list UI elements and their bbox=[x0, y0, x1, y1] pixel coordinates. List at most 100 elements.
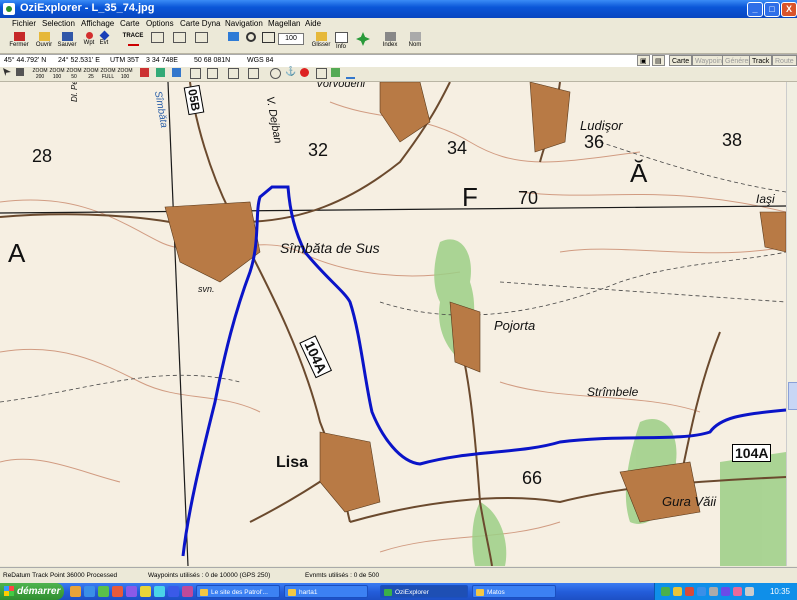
quicklaunch-icon[interactable] bbox=[112, 586, 123, 597]
grid-38: 38 bbox=[722, 130, 743, 150]
tool2-e[interactable] bbox=[207, 68, 219, 80]
gps-icon-button[interactable]: ▣ bbox=[637, 55, 650, 66]
close-button[interactable]: X bbox=[781, 2, 797, 17]
zoom-25-button[interactable]: ZOOM 25 bbox=[83, 68, 99, 80]
task-matos[interactable]: Matos bbox=[472, 585, 556, 598]
zoom-select[interactable]: 100 bbox=[278, 33, 304, 45]
tool-btn-2[interactable] bbox=[170, 32, 188, 52]
main-toolbar: Fermer Ouvrir Sauver Wpt Evt TRACE 100 G… bbox=[0, 30, 797, 54]
compass-button[interactable] bbox=[270, 68, 282, 80]
task-harta1[interactable]: harta1 bbox=[284, 585, 368, 598]
tool2-a[interactable] bbox=[140, 68, 152, 80]
menu-affichage[interactable]: Affichage bbox=[81, 18, 114, 30]
map-scrollbar[interactable] bbox=[786, 82, 797, 566]
waypoint-button[interactable]: Wpt bbox=[82, 32, 96, 52]
tray-icon[interactable] bbox=[685, 587, 694, 596]
tool-btn-5[interactable] bbox=[261, 32, 275, 52]
glisser-button[interactable]: Glisser bbox=[310, 32, 332, 52]
quicklaunch-icon[interactable] bbox=[70, 586, 81, 597]
tool2-d[interactable] bbox=[190, 68, 202, 80]
task-oziexplorer[interactable]: OziExplorer bbox=[380, 585, 468, 598]
pointer-button[interactable] bbox=[3, 68, 13, 80]
task-le-site-des-patrol[interactable]: Le site des Patrol'... bbox=[196, 585, 280, 598]
tray-icon[interactable] bbox=[661, 587, 670, 596]
ouvrir-button[interactable]: Ouvrir bbox=[33, 32, 55, 52]
menu-fichier[interactable]: Fichier bbox=[12, 18, 36, 30]
quicklaunch-icon[interactable] bbox=[126, 586, 137, 597]
tool-icon bbox=[316, 68, 327, 79]
event-button[interactable]: Evt bbox=[97, 30, 111, 52]
tray-icon[interactable] bbox=[721, 587, 730, 596]
tray-icon[interactable] bbox=[697, 587, 706, 596]
info-button[interactable]: Info bbox=[332, 32, 350, 52]
quicklaunch-icon[interactable] bbox=[168, 586, 179, 597]
tray-icon[interactable] bbox=[673, 587, 682, 596]
grid-letter-a: A bbox=[8, 238, 26, 268]
place-strimbele: Strîmbele bbox=[587, 385, 639, 399]
find-button[interactable] bbox=[244, 32, 258, 52]
menu-selection[interactable]: Selection bbox=[42, 18, 75, 30]
gps-tool-icon bbox=[156, 68, 165, 77]
oziexplorer-icon bbox=[384, 589, 392, 596]
menu-options[interactable]: Options bbox=[146, 18, 174, 30]
tray-icon[interactable] bbox=[709, 587, 718, 596]
tool2-i[interactable] bbox=[331, 68, 343, 80]
maximize-button[interactable]: □ bbox=[764, 2, 780, 17]
menu-aide[interactable]: Aide bbox=[305, 18, 321, 30]
latitude-readout: 45° 44.792' N bbox=[4, 57, 47, 64]
minimize-button[interactable]: _ bbox=[747, 2, 763, 17]
route-button[interactable]: Route bbox=[772, 55, 797, 66]
zoom-100-button[interactable]: ZOOM 100 bbox=[49, 68, 65, 80]
zoom-200-button[interactable]: ZOOM 200 bbox=[32, 68, 48, 80]
menu-magellan[interactable]: Magellan bbox=[268, 18, 300, 30]
speaker-icon[interactable] bbox=[745, 587, 754, 596]
northing-readout: 50 68 081N bbox=[194, 57, 231, 64]
track-button[interactable]: Track bbox=[749, 55, 773, 66]
chart-icon bbox=[227, 32, 239, 41]
stop-button[interactable] bbox=[300, 68, 312, 80]
quicklaunch-icon[interactable] bbox=[84, 586, 95, 597]
zoom-100b-button[interactable]: ZOOM 100 bbox=[117, 68, 133, 80]
sauver-button[interactable]: Sauver bbox=[56, 32, 78, 52]
quicklaunch-icon[interactable] bbox=[98, 586, 109, 597]
move-arrows-icon bbox=[356, 32, 370, 46]
tool2-h[interactable] bbox=[316, 68, 328, 80]
move-button[interactable] bbox=[16, 68, 26, 80]
road-label-104a-east: 104A bbox=[732, 444, 772, 462]
nom-button[interactable]: Nom bbox=[405, 32, 425, 52]
elevation-button[interactable] bbox=[346, 68, 358, 80]
move-arrows-button[interactable] bbox=[352, 32, 374, 52]
elevation-icon bbox=[346, 68, 355, 79]
trace-button[interactable]: TRACE bbox=[122, 32, 144, 52]
carte-button[interactable]: Carte bbox=[669, 55, 693, 66]
tool-btn-4[interactable] bbox=[226, 32, 240, 52]
menu-carte[interactable]: Carte bbox=[120, 18, 140, 30]
menu-carte-dyna[interactable]: Carte Dyna bbox=[180, 18, 220, 30]
tool2-b[interactable] bbox=[156, 68, 168, 80]
tool-btn-3[interactable] bbox=[192, 32, 210, 52]
start-button[interactable]: démarrer bbox=[0, 583, 64, 600]
tool2-f[interactable] bbox=[228, 68, 240, 80]
index-button[interactable]: Index bbox=[380, 32, 400, 52]
zoom-50-button[interactable]: ZOOM 50 bbox=[66, 68, 82, 80]
tool2-g[interactable] bbox=[248, 68, 260, 80]
menu-navigation[interactable]: Navigation bbox=[225, 18, 263, 30]
zoom-full-button[interactable]: ZOOM FULL bbox=[100, 68, 116, 80]
anchor-button[interactable]: ⚓ bbox=[285, 67, 297, 80]
scroll-thumb[interactable] bbox=[788, 382, 797, 410]
quicklaunch-icon[interactable] bbox=[140, 586, 151, 597]
quicklaunch-icon[interactable] bbox=[182, 586, 193, 597]
move-icon bbox=[16, 68, 24, 76]
grid-letter-a-breve: Ă bbox=[630, 158, 648, 188]
tray-icon[interactable] bbox=[733, 587, 742, 596]
grid-32: 32 bbox=[308, 140, 329, 160]
route-tool-icon bbox=[172, 32, 186, 43]
folder-icon bbox=[288, 589, 296, 596]
fermer-button[interactable]: Fermer bbox=[8, 32, 30, 52]
tracks bbox=[0, 141, 786, 403]
save-small-button[interactable]: ▤ bbox=[652, 55, 665, 66]
tool2-c[interactable] bbox=[172, 68, 184, 80]
quicklaunch-icon[interactable] bbox=[154, 586, 165, 597]
map-view[interactable]: Vorvodeni Ludişor V. Dejban Sîmbăta Sîmb… bbox=[0, 82, 786, 566]
tool-btn-1[interactable] bbox=[148, 32, 166, 52]
